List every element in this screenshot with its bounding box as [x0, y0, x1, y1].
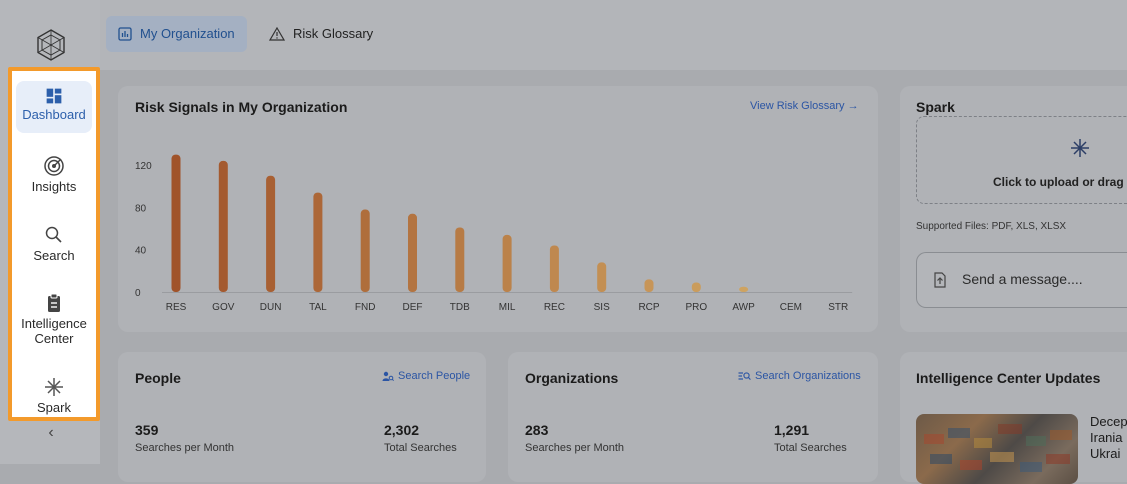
people-card: People Search People 359 Searches per Mo…	[118, 352, 486, 482]
news-snippet-line: Decep	[1090, 414, 1127, 429]
file-upload-dropzone[interactable]: Click to upload or drag a	[916, 116, 1127, 204]
search-people-link[interactable]: Search People	[382, 370, 470, 382]
x-tick-label: TAL	[309, 302, 327, 313]
x-tick-label: RCP	[638, 302, 659, 313]
link-label: Search People	[398, 370, 471, 382]
sidebar-item-label: Dashboard	[22, 107, 86, 122]
warning-icon	[269, 27, 285, 41]
bar-tdb[interactable]	[455, 227, 465, 292]
sidebar-item-label: Spark	[37, 400, 71, 415]
sidebar-nav-highlight: Dashboard Insights Search Intelligence C…	[8, 67, 100, 421]
sidebar-item-spark[interactable]: Spark	[16, 376, 92, 415]
news-snippet[interactable]: Decep Irania Ukrai	[1090, 414, 1127, 462]
total-searches-label: Total Searches	[384, 442, 457, 454]
tab-my-organization[interactable]: My Organization	[106, 16, 247, 52]
bar-awp[interactable]	[739, 286, 749, 292]
supported-files-note: Supported Files: PDF, XLS, XLSX	[916, 221, 1067, 232]
sidebar-item-insights[interactable]: Insights	[16, 155, 92, 194]
sidebar-item-label: Insights	[31, 179, 77, 194]
organizations-card: Organizations Search Organizations 283 S…	[508, 352, 878, 482]
x-tick-label: RES	[166, 302, 187, 313]
bar-chart-icon	[118, 27, 132, 41]
dashboard-icon	[46, 88, 62, 104]
bar-pro[interactable]	[691, 282, 701, 292]
search-organizations-link[interactable]: Search Organizations	[738, 370, 861, 382]
intelligence-center-updates-card: Intelligence Center Updates Decep Irania…	[900, 352, 1127, 484]
sidebar-item-label: Intelligence Center	[21, 316, 87, 346]
message-placeholder: Send a message....	[962, 271, 1083, 287]
link-label: Search Organizations	[755, 370, 861, 382]
total-searches-value: 2,302	[384, 422, 420, 438]
x-tick-label: DEF	[403, 302, 423, 313]
x-tick-label: DUN	[260, 302, 282, 313]
searches-per-month-label: Searches per Month	[525, 442, 625, 454]
bar-rec[interactable]	[549, 245, 559, 292]
tab-risk-glossary[interactable]: Risk Glossary	[257, 16, 385, 52]
total-searches-label: Total Searches	[774, 442, 847, 454]
bar-fnd[interactable]	[360, 209, 370, 292]
clipboard-icon	[48, 293, 60, 312]
bar-rcp[interactable]	[644, 279, 654, 292]
risk-signals-card: Risk Signals in My Organization View Ris…	[118, 86, 878, 332]
y-tick-label: 80	[135, 203, 147, 214]
y-tick-label: 0	[135, 288, 141, 299]
target-icon	[44, 156, 64, 176]
searches-per-month-label: Searches per Month	[135, 442, 235, 454]
spark-card: Spark Click to upload or drag a Supporte…	[900, 86, 1127, 332]
logo-icon[interactable]	[34, 28, 68, 62]
bar-res[interactable]	[171, 154, 181, 292]
tab-label: My Organization	[140, 26, 235, 41]
x-tick-label: PRO	[685, 302, 707, 313]
tab-label: Risk Glossary	[293, 26, 374, 41]
card-title: Organizations	[525, 370, 619, 386]
x-tick-label: REC	[544, 302, 565, 313]
card-title: People	[135, 370, 181, 386]
news-snippet-line: Irania	[1090, 430, 1123, 445]
risk-signals-bar-chart: 0 40 80 120 RES GOV DUN TAL FND DEF TDB MIL REC SIS RC…	[135, 154, 853, 313]
y-tick-label: 40	[135, 246, 147, 257]
person-search-icon	[382, 371, 394, 381]
news-snippet-line: Ukrai	[1090, 446, 1121, 461]
spark-icon	[1071, 139, 1089, 157]
collapse-sidebar-button[interactable]: ‹	[43, 424, 59, 441]
x-tick-label: GOV	[212, 302, 235, 313]
bar-gov[interactable]	[218, 160, 228, 292]
message-input[interactable]: Send a message....	[916, 252, 1127, 308]
sidebar-item-intelligence-center[interactable]: Intelligence Center	[16, 292, 92, 346]
card-title: Intelligence Center Updates	[916, 370, 1101, 386]
x-tick-label: FND	[355, 302, 376, 313]
sidebar: Dashboard Insights Search Intelligence C…	[0, 0, 100, 464]
x-tick-label: CEM	[780, 302, 802, 313]
sidebar-item-dashboard[interactable]: Dashboard	[16, 81, 92, 133]
spark-icon	[45, 378, 63, 396]
x-tick-label: MIL	[499, 302, 516, 313]
x-tick-label: AWP	[732, 302, 755, 313]
upload-instructions: Click to upload or drag a	[993, 175, 1127, 189]
sidebar-item-search[interactable]: Search	[16, 224, 92, 263]
x-tick-label: SIS	[594, 302, 610, 313]
bar-sis[interactable]	[597, 262, 607, 292]
y-tick-label: 120	[135, 161, 152, 172]
news-thumbnail-image[interactable]	[916, 414, 1078, 484]
bar-def[interactable]	[408, 213, 417, 292]
card-title: Spark	[916, 99, 955, 115]
bar-tal[interactable]	[313, 192, 323, 292]
list-search-icon	[738, 372, 751, 380]
x-tick-label: TDB	[450, 302, 470, 313]
attach-file-icon[interactable]	[933, 272, 947, 288]
bar-dun[interactable]	[266, 175, 276, 292]
shipping-containers-image	[924, 424, 1072, 472]
total-searches-value: 1,291	[774, 422, 810, 438]
x-tick-label: STR	[828, 302, 848, 313]
searches-per-month-value: 283	[525, 422, 549, 438]
sidebar-item-label: Search	[33, 248, 75, 263]
searches-per-month-value: 359	[135, 422, 159, 438]
bar-mil[interactable]	[502, 234, 512, 292]
search-icon	[45, 226, 62, 243]
top-bar: My Organization Risk Glossary	[100, 0, 1127, 70]
